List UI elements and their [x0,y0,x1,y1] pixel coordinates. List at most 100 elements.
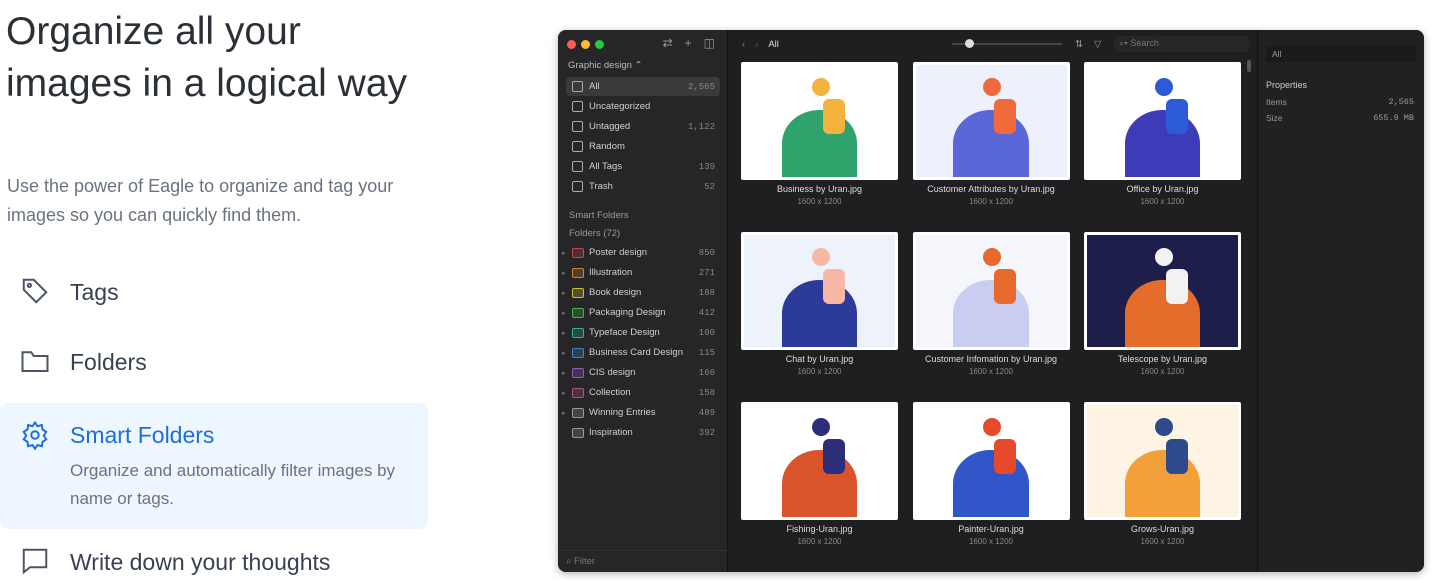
nav-item[interactable]: Random [566,137,720,156]
search-placeholder: Search [1130,38,1159,48]
image-card[interactable]: Customer Attributes by Uran.jpg 1600 x 12… [912,62,1070,206]
expand-icon[interactable]: ▸ [562,269,566,277]
expand-icon[interactable]: ▸ [562,409,566,417]
image-thumbnail[interactable] [912,402,1070,520]
image-card[interactable]: Customer Infomation by Uran.jpg 1600 x 12… [912,232,1070,376]
zoom-slider[interactable] [952,39,1062,48]
nav-icon [572,101,583,112]
filter-placeholder: Filter [573,556,596,567]
sort-icon[interactable]: ⇅ [1075,39,1083,50]
nav-icon [572,141,583,152]
gear-icon [22,420,48,450]
feature-description: Organize and automatically filter images… [70,461,396,508]
folder-item[interactable]: ▸ Book design 188 [562,283,720,302]
folder-item[interactable]: ▸ Winning Entries 489 [562,403,720,422]
search-input[interactable]: ⌕▾ Search [1114,36,1249,52]
nav-count: 52 [704,181,715,192]
nav-icon [572,181,583,192]
name-field[interactable]: All [1266,46,1416,62]
nav-item[interactable]: Uncategorized [566,97,720,116]
folder-count: 100 [698,327,715,338]
image-card[interactable]: Chat by Uran.jpg 1600 x 1200 [741,232,898,376]
size-label: Size [1266,113,1283,123]
nav-count: 139 [698,161,715,172]
nav-item[interactable]: Untagged 1,122 [566,117,720,136]
folder-item[interactable]: ▸ Business Card Design 115 [562,343,720,362]
scrollbar[interactable] [1247,60,1251,72]
add-icon[interactable]: + [685,36,692,50]
slider-knob[interactable] [964,39,974,48]
image-thumbnail[interactable] [912,62,1070,180]
folder-item[interactable]: ▸ CIS design 166 [562,363,720,382]
image-name: Chat by Uran.jpg [785,354,854,364]
nav-label: Random [589,141,625,152]
sidebar-toggle-icon[interactable]: ◫ [704,36,715,50]
feature-label: Folders [70,349,147,375]
folder-item[interactable]: ▸ Poster design 850 [562,243,720,262]
folder-item[interactable]: ▸ Packaging Design 412 [562,303,720,322]
feature-folders[interactable]: Folders [0,346,428,380]
tag-icon [22,278,48,304]
folder-label: Packaging Design [589,307,666,318]
maximize-button[interactable] [595,40,604,49]
expand-icon[interactable]: ▸ [562,389,566,397]
expand-icon[interactable]: ▸ [562,369,566,377]
nav-label: Trash [589,181,613,192]
image-name: Business by Uran.jpg [776,184,863,194]
feature-tags[interactable]: Tags [0,276,428,310]
expand-icon[interactable]: ▸ [562,349,566,357]
swap-icon[interactable]: ⇄ [663,36,673,50]
nav-icon [572,81,583,92]
folder-icon [572,407,584,418]
image-dimensions: 1600 x 1200 [1140,367,1185,376]
image-card[interactable]: Painter-Uran.jpg 1600 x 1200 [912,402,1070,546]
sidebar: ⇄ + ◫ Graphic design ⌃ All 2,565 Uncategoriz… [558,30,728,572]
breadcrumb: All [768,38,779,50]
image-card[interactable]: Telescope by Uran.jpg 1600 x 1200 [1084,232,1241,376]
forward-icon[interactable]: › [755,39,758,50]
image-card[interactable]: Fishing-Uran.jpg 1600 x 1200 [741,402,898,546]
image-thumbnail[interactable] [741,232,898,350]
folder-count: 850 [698,247,715,258]
folder-icon [572,387,584,398]
image-thumbnail[interactable] [741,402,898,520]
image-card[interactable]: Grows-Uran.jpg 1600 x 1200 [1084,402,1241,546]
nav-label: All Tags [589,161,623,172]
image-thumbnail[interactable] [1084,62,1241,180]
filter-input[interactable]: ⌕ Filter [558,550,728,572]
nav-item[interactable]: Trash 52 [566,177,720,196]
expand-icon[interactable]: ▸ [562,309,566,317]
folder-item[interactable]: ▸ Collection 158 [562,383,720,402]
folder-icon [572,427,584,438]
feature-notes[interactable]: Write down your thoughts [0,546,428,580]
nav-item[interactable]: All 2,565 [566,77,720,96]
minimize-button[interactable] [581,40,590,49]
nav-item[interactable]: All Tags 139 [566,157,720,176]
expand-icon[interactable]: ▸ [562,329,566,337]
expand-icon[interactable]: ▸ [562,289,566,297]
image-card[interactable]: Business by Uran.jpg 1600 x 1200 [741,62,898,206]
image-thumbnail[interactable] [1084,232,1241,350]
folder-label: Poster design [589,247,648,258]
folder-item[interactable]: ▸ Typeface Design 100 [562,323,720,342]
image-name: Telescope by Uran.jpg [1117,354,1208,364]
back-icon[interactable]: ‹ [742,39,745,50]
expand-icon[interactable]: ▸ [562,249,566,257]
folder-label: Winning Entries [589,407,656,418]
image-card[interactable]: Office by Uran.jpg 1600 x 1200 [1084,62,1241,206]
image-thumbnail[interactable] [741,62,898,180]
filter-icon[interactable]: ▽ [1094,39,1101,50]
image-name: Customer Attributes by Uran.jpg [927,184,1055,194]
image-thumbnail[interactable] [1084,402,1241,520]
close-button[interactable] [567,40,576,49]
image-thumbnail[interactable] [912,232,1070,350]
folders-header[interactable]: Folders (72) [569,228,620,239]
smart-folders-header[interactable]: Smart Folders [569,210,629,221]
nav-label: Untagged [589,121,631,132]
folder-item[interactable]: Inspiration 392 [566,423,720,442]
image-name: Office by Uran.jpg [1126,184,1199,194]
library-switcher[interactable]: Graphic design ⌃ [568,60,643,71]
image-dimensions: 1600 x 1200 [797,537,842,546]
folder-item[interactable]: ▸ Illustration 271 [562,263,720,282]
feature-smart-folders[interactable]: Smart Folders Organize and automatically… [0,403,428,529]
